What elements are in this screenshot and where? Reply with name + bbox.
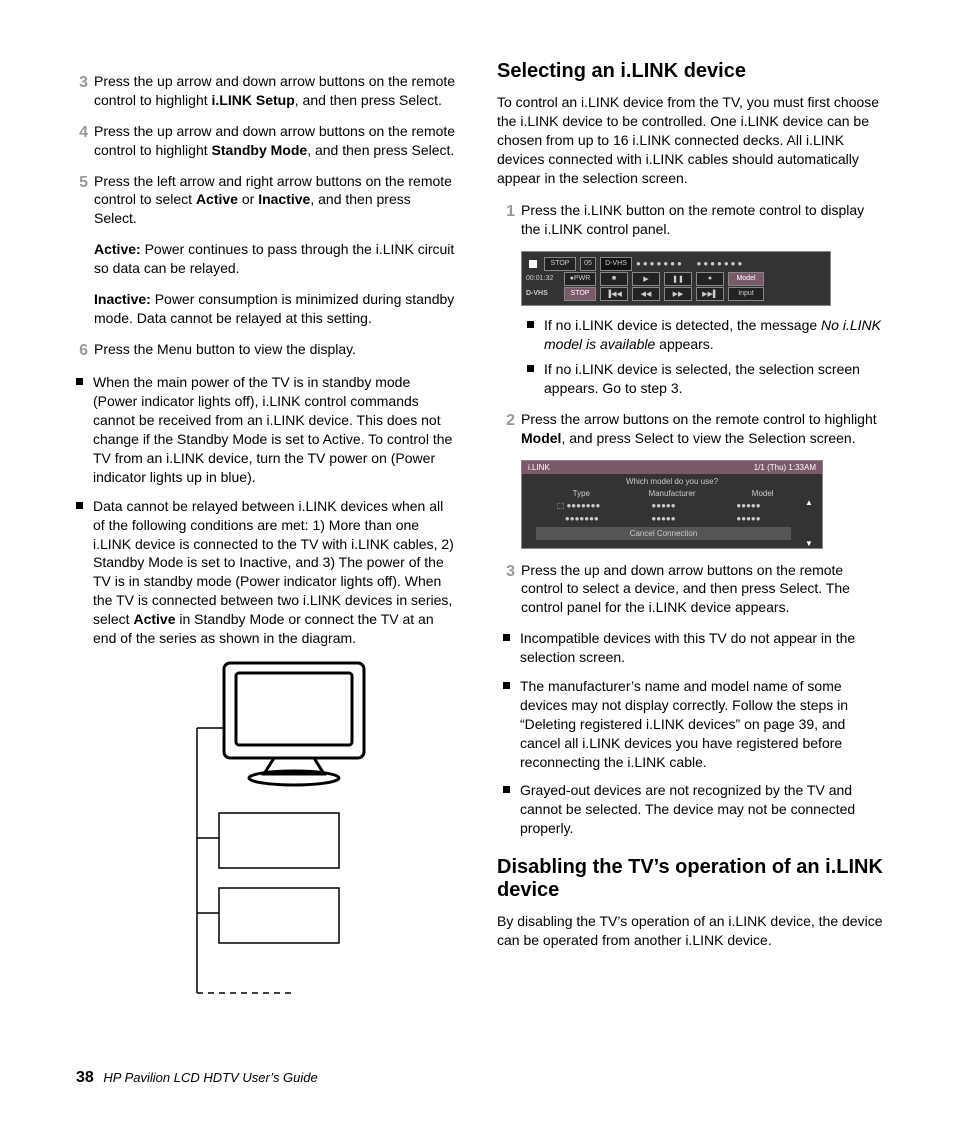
ilink-control-panel-graphic: STOP 05 D-VHS ●●●●●●● ●●●●●●● 00:01:32 ●… [521, 251, 831, 306]
note-bullet: Data cannot be relayed between i.LINK de… [70, 497, 457, 648]
inactive-note: Inactive: Power consumption is minimized… [94, 290, 457, 328]
active-note: Active: Power continues to pass through … [94, 240, 457, 278]
step-4: 4Press the up arrow and down arrow butto… [70, 122, 457, 160]
right-column: Selecting an i.LINK device To control an… [497, 60, 884, 998]
step-1: 1 Press the i.LINK button on the remote … [497, 201, 884, 239]
intro-selecting: To control an i.LINK device from the TV,… [497, 93, 884, 187]
heading-disabling: Disabling the TV’s operation of an i.LIN… [497, 856, 884, 902]
page-footer: 38 HP Pavilion LCD HDTV User’s Guide [76, 1069, 318, 1087]
step-6: 6 Press the Menu button to view the disp… [70, 340, 457, 362]
step-3: 3Press the up arrow and down arrow butto… [70, 72, 457, 110]
note-bullet: Incompatible devices with this TV do not… [497, 629, 884, 667]
step-3: 3 Press the up and down arrow buttons on… [497, 561, 884, 618]
heading-selecting-ilink: Selecting an i.LINK device [497, 60, 884, 83]
note-bullet: Grayed-out devices are not recognized by… [497, 781, 884, 838]
step-2: 2 Press the arrow buttons on the remote … [497, 410, 884, 448]
ilink-selection-screen-graphic: i.LINK1/1 (Thu) 1:33AM Which model do yo… [521, 460, 823, 549]
note-bullet: The manufacturer’s name and model name o… [497, 677, 884, 771]
intro-disabling: By disabling the TV’s operation of an i.… [497, 912, 884, 950]
note-bullet: When the main power of the TV is in stan… [70, 373, 457, 486]
note-no-device-selected: If no i.LINK device is selected, the sel… [521, 360, 884, 398]
left-column: 3Press the up arrow and down arrow butto… [70, 60, 457, 998]
tv-connection-diagram [144, 658, 384, 998]
note-no-device-detected: If no i.LINK device is detected, the mes… [521, 316, 884, 354]
step-5: 5Press the left arrow and right arrow bu… [70, 172, 457, 229]
